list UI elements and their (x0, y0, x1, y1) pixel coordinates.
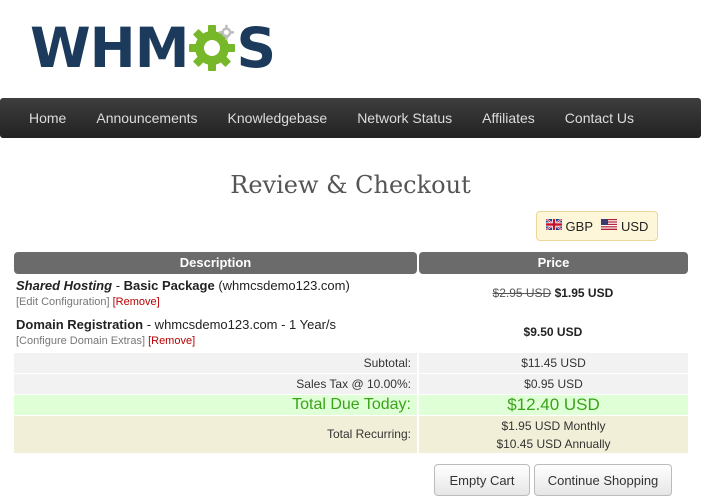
nav-contact-us[interactable]: Contact Us (550, 98, 649, 138)
new-price: $1.95 USD (554, 286, 614, 300)
recurring-value: $1.95 USD Monthly $10.45 USD Annually (417, 416, 688, 453)
header-price: Price (419, 252, 688, 274)
table-row: Shared Hosting - Basic Package (whmcsdem… (14, 274, 688, 313)
cart-table: Description Price Shared Hosting - Basic… (14, 252, 688, 453)
item-description: Domain Registration - whmcsdemo123.com -… (14, 313, 418, 352)
subtotal-row: Subtotal: $11.45 USD (14, 353, 688, 373)
item-product-group: Shared Hosting (16, 278, 113, 293)
recurring-label: Total Recurring: (326, 427, 411, 441)
item-product-name: Domain Registration (16, 317, 144, 332)
currency-usd[interactable]: USD (601, 218, 649, 234)
page-title: Review & Checkout (230, 171, 471, 199)
nav-knowledgebase[interactable]: Knowledgebase (213, 98, 343, 138)
tax-label: Sales Tax @ 10.00%: (296, 377, 411, 391)
subtotal-label: Subtotal: (363, 356, 411, 370)
currency-gbp[interactable]: GBP (545, 218, 593, 234)
item-price: $9.50 USD (523, 325, 583, 339)
continue-shopping-button[interactable]: Continue Shopping (534, 464, 672, 496)
item-description: Shared Hosting - Basic Package (whmcsdem… (14, 274, 418, 313)
recurring-annually: $10.45 USD Annually (496, 437, 611, 451)
uk-flag-icon (545, 218, 562, 230)
item-separator: - (112, 278, 124, 293)
logo-text-right: S (236, 16, 276, 80)
empty-cart-button[interactable]: Empty Cart (434, 464, 530, 496)
recurring-monthly: $1.95 USD Monthly (501, 419, 606, 433)
currency-selector: GBP USD (536, 211, 658, 241)
nav-home[interactable]: Home (0, 98, 81, 138)
us-flag-icon (601, 218, 617, 230)
item-domain: (whmcsdemo123.com) (214, 278, 350, 293)
nav-affiliates[interactable]: Affiliates (467, 98, 550, 138)
table-row: Domain Registration - whmcsdemo123.com -… (14, 313, 688, 352)
table-header: Description Price (14, 252, 688, 274)
old-price: $2.95 USD (492, 286, 552, 300)
logo-text-left: WHM (30, 16, 189, 80)
item-product-name: Basic Package (123, 278, 215, 293)
total-due-label: Total Due Today: (292, 396, 411, 413)
subtotal-value: $11.45 USD (417, 353, 688, 373)
total-due-row: Total Due Today: $12.40 USD (14, 395, 688, 415)
nav-network-status[interactable]: Network Status (342, 98, 467, 138)
edit-configuration-link[interactable]: [Edit Configuration] (16, 296, 110, 308)
recurring-row: Total Recurring: $1.95 USD Monthly $10.4… (14, 416, 688, 453)
header-description: Description (14, 252, 417, 274)
currency-usd-label: USD (621, 218, 649, 234)
tax-row: Sales Tax @ 10.00%: $0.95 USD (14, 374, 688, 394)
gear-icon (189, 24, 236, 71)
cart-actions: Empty Cart Continue Shopping (434, 464, 672, 496)
main-nav: Home Announcements Knowledgebase Network… (0, 98, 701, 138)
total-due-value: $12.40 USD (417, 395, 688, 415)
tax-value: $0.95 USD (417, 374, 688, 394)
remove-link[interactable]: [Remove] (113, 296, 160, 308)
item-price: $2.95 USD $1.95 USD (418, 274, 688, 313)
currency-gbp-label: GBP (565, 218, 593, 234)
nav-announcements[interactable]: Announcements (81, 98, 212, 138)
remove-link[interactable]: [Remove] (148, 335, 195, 347)
configure-domain-extras-link[interactable]: [Configure Domain Extras] (16, 335, 145, 347)
item-domain: - whmcsdemo123.com - 1 Year/s (143, 317, 337, 332)
whmcs-logo[interactable]: WHM S (30, 16, 276, 80)
